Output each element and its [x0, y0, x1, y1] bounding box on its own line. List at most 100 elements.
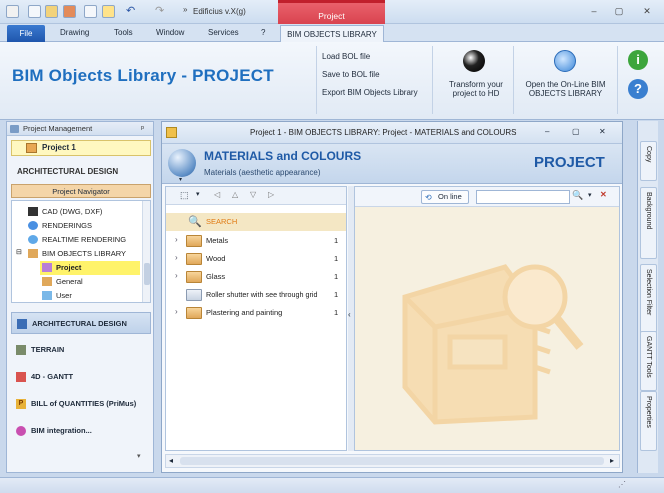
new-file-icon[interactable]	[28, 5, 41, 18]
open-online-library-button[interactable]: Open the On-Line BIM OBJECTS LIBRARY	[518, 80, 613, 98]
help-icon[interactable]: ?	[628, 79, 648, 99]
down-icon[interactable]: ▽	[250, 190, 256, 199]
side-tab-gantt-tools[interactable]: GANTT Tools	[640, 331, 657, 391]
window-maximize-button[interactable]: ▢	[572, 127, 580, 136]
tab-bim-objects-library[interactable]: BIM OBJECTS LIBRARY	[280, 25, 384, 43]
print-icon[interactable]	[84, 5, 97, 18]
transform-hd-icon[interactable]	[463, 50, 485, 72]
transform-hd-button[interactable]: Transform your project to HD	[443, 80, 509, 98]
nav-architectural-design[interactable]: ARCHITECTURAL DESIGN	[11, 312, 151, 334]
more-commands-icon[interactable]: »	[183, 5, 187, 14]
list-item-count: 1	[334, 308, 339, 317]
open-folder-icon[interactable]	[45, 5, 58, 18]
tree-scroll-thumb[interactable]	[144, 263, 150, 285]
sphere-icon[interactable]	[168, 149, 196, 177]
online-button[interactable]: ⟲ On line	[421, 190, 469, 204]
list-item[interactable]: › Wood 1	[166, 250, 346, 268]
list-item[interactable]: › Metals 1	[166, 232, 346, 250]
list-item[interactable]: › Glass 1	[166, 268, 346, 286]
category-title: MATERIALS and COLOURS	[204, 149, 362, 163]
up-icon[interactable]: △	[232, 190, 238, 199]
preview-search-input[interactable]	[476, 190, 570, 204]
library-window: Project 1 - BIM OBJECTS LIBRARY: Project…	[161, 121, 623, 473]
info-icon[interactable]: i	[628, 50, 648, 70]
ribbon-title: BIM Objects Library - PROJECT	[12, 66, 274, 85]
list-item-label: Metals	[206, 236, 229, 245]
window-icon	[166, 127, 177, 138]
dropdown-arrow-icon[interactable]: ▾	[196, 190, 200, 198]
first-icon[interactable]: ◁	[214, 190, 220, 199]
pointer-icon[interactable]	[102, 5, 115, 18]
tree-item-realtime-rendering[interactable]: REALTIME RENDERING	[42, 235, 126, 244]
horizontal-scrollbar[interactable]: ◂ ▸	[165, 454, 620, 468]
folder-icon	[186, 271, 202, 283]
minimize-button[interactable]: –	[585, 5, 603, 17]
tab-drawing[interactable]: Drawing	[60, 28, 89, 37]
tab-help[interactable]: ?	[261, 28, 265, 37]
side-tab-properties[interactable]: Properties	[640, 391, 657, 451]
collapse-arrow-icon[interactable]: ‹	[348, 310, 351, 319]
project-management-icon	[10, 125, 19, 133]
list-item-label: Plastering and painting	[206, 308, 283, 317]
expand-arrow-icon[interactable]: ›	[175, 271, 178, 280]
dropdown-arrow-icon[interactable]: ▾	[179, 176, 182, 183]
scroll-thumb[interactable]	[180, 457, 604, 465]
tab-services[interactable]: Services	[208, 28, 239, 37]
nav-4d-gantt[interactable]: 4D - GANTT	[11, 366, 151, 388]
pin-icon[interactable]: ᵖ	[141, 122, 144, 136]
realtime-render-icon	[28, 235, 38, 244]
select-tool-icon[interactable]: ⬚	[180, 190, 189, 201]
side-tab-copy[interactable]: Copy	[640, 141, 657, 181]
undo-icon[interactable]: ↶	[126, 4, 135, 17]
next-icon[interactable]: ▷	[268, 190, 274, 199]
collapse-icon[interactable]: ⊟	[16, 248, 22, 256]
clear-icon[interactable]: ✕	[600, 190, 607, 199]
side-tab-background[interactable]: Background	[640, 187, 657, 259]
nav-bill-of-quantities[interactable]: P BILL of QUANTITIES (PriMus)	[11, 393, 151, 415]
project-selector[interactable]: Project 1	[11, 140, 151, 156]
dropdown-arrow-icon[interactable]: ▾	[588, 191, 592, 199]
expand-arrow-icon[interactable]: ›	[175, 235, 178, 244]
side-tab-label: Copy	[645, 146, 652, 163]
redo-icon[interactable]: ↷	[155, 4, 164, 17]
tree-item-renderings[interactable]: RENDERINGS	[42, 221, 92, 230]
export-library-button[interactable]: Export BIM Objects Library	[322, 88, 418, 97]
tree-scrollbar[interactable]	[142, 201, 150, 302]
side-tool-strip: Copy Background Selection Filter GANTT T…	[637, 121, 658, 473]
search-row[interactable]: 🔍 SEARCH	[166, 213, 346, 231]
panel-expand-icon[interactable]: ▾	[137, 452, 141, 460]
expand-arrow-icon[interactable]: ›	[175, 307, 178, 316]
tree-item-project[interactable]: Project	[56, 263, 81, 272]
window-close-button[interactable]: ✕	[599, 127, 606, 136]
resize-grip-icon[interactable]: ⋰	[618, 480, 626, 489]
nav-terrain[interactable]: TERRAIN	[11, 339, 151, 361]
save-icon[interactable]	[63, 5, 76, 18]
load-bol-button[interactable]: Load BOL file	[322, 52, 370, 61]
list-item-label: Glass	[206, 272, 226, 281]
context-tab-group: Project	[278, 0, 385, 24]
expand-arrow-icon[interactable]: ›	[175, 253, 178, 262]
tree-item-cad[interactable]: CAD (DWG, DXF)	[42, 207, 102, 216]
tab-tools[interactable]: Tools	[114, 28, 133, 37]
tree-item-user[interactable]: User	[56, 291, 72, 300]
globe-icon[interactable]	[554, 50, 576, 72]
folder-icon	[186, 253, 202, 265]
search-icon[interactable]: 🔍	[572, 190, 583, 201]
tab-window[interactable]: Window	[156, 28, 184, 37]
app-menu-icon[interactable]	[6, 5, 19, 18]
nav-bim-integration[interactable]: BIM integration...	[11, 420, 151, 442]
scroll-left-icon[interactable]: ◂	[169, 456, 173, 465]
list-item[interactable]: Roller shutter with see through grid 1	[166, 286, 346, 304]
side-tab-label: Background	[645, 192, 652, 230]
maximize-button[interactable]: ▢	[610, 5, 628, 17]
tree-item-general[interactable]: General	[56, 277, 83, 286]
save-bol-button[interactable]: Save to BOL file	[322, 70, 380, 79]
window-minimize-button[interactable]: –	[545, 127, 549, 136]
tree-item-bim-objects-library[interactable]: BIM OBJECTS LIBRARY	[42, 249, 126, 258]
scroll-right-icon[interactable]: ▸	[610, 456, 614, 465]
category-subtitle: Materials (aesthetic appearance)	[204, 168, 321, 177]
close-button[interactable]: ✕	[638, 5, 656, 17]
online-label: On line	[438, 192, 462, 201]
list-item[interactable]: › Plastering and painting 1	[166, 304, 346, 322]
tab-file[interactable]: File	[7, 25, 45, 42]
